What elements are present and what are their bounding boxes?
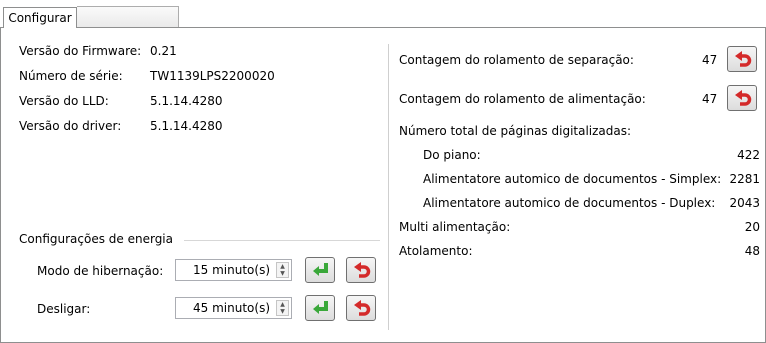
spinner-arrows[interactable]: ▲ ▼ xyxy=(276,300,289,316)
adf-duplex-value: 2043 xyxy=(729,196,760,210)
lld-value: 5.1.14.4280 xyxy=(150,94,223,108)
hibernate-spinner[interactable]: 15 minuto(s) ▲ ▼ xyxy=(175,259,292,281)
lld-label: Versão do LLD: xyxy=(19,94,109,108)
total-pages-title: Número total de páginas digitalizadas: xyxy=(399,124,632,138)
tab-strip xyxy=(77,6,179,28)
shutdown-spinner[interactable]: 45 minuto(s) ▲ ▼ xyxy=(175,297,292,319)
hibernate-reset-button[interactable] xyxy=(346,257,376,283)
flatbed-value: 422 xyxy=(737,148,760,162)
undo-arrow-icon xyxy=(735,90,752,106)
spin-up-icon[interactable]: ▲ xyxy=(277,301,288,308)
tab-configurar[interactable]: Configurar xyxy=(3,7,77,28)
enter-arrow-icon xyxy=(313,263,328,276)
jam-value: 48 xyxy=(744,244,760,258)
hibernate-label: Modo de hibernação: xyxy=(37,264,164,278)
spin-up-icon[interactable]: ▲ xyxy=(277,263,288,270)
feed-reset-button[interactable] xyxy=(727,85,757,111)
enter-arrow-icon xyxy=(313,301,328,314)
shutdown-value: 45 minuto(s) xyxy=(193,301,270,315)
multifeed-label: Multi alimentação: xyxy=(399,220,511,234)
undo-arrow-icon xyxy=(354,300,371,316)
driver-value: 5.1.14.4280 xyxy=(150,119,223,133)
hibernate-apply-button[interactable] xyxy=(305,257,335,283)
feed-value: 47 xyxy=(702,92,718,106)
column-divider xyxy=(388,44,389,330)
firmware-label: Versão do Firmware: xyxy=(19,44,142,58)
spinner-arrows[interactable]: ▲ ▼ xyxy=(276,262,289,278)
separation-reset-button[interactable] xyxy=(727,46,757,72)
serial-label: Número de série: xyxy=(19,69,123,83)
spin-down-icon[interactable]: ▼ xyxy=(277,270,288,277)
shutdown-label: Desligar: xyxy=(37,302,91,316)
separation-label: Contagem do rolamento de separação: xyxy=(399,53,634,67)
flatbed-label: Do piano: xyxy=(423,148,481,162)
shutdown-apply-button[interactable] xyxy=(305,295,335,321)
firmware-value: 0.21 xyxy=(150,44,177,58)
spin-down-icon[interactable]: ▼ xyxy=(277,308,288,315)
hibernate-value: 15 minuto(s) xyxy=(193,263,270,277)
undo-arrow-icon xyxy=(735,51,752,67)
group-divider xyxy=(184,240,380,241)
adf-simplex-value: 2281 xyxy=(729,172,760,186)
driver-label: Versão do driver: xyxy=(19,119,122,133)
adf-duplex-label: Alimentatore automico de documentos - Du… xyxy=(423,196,716,210)
energy-group-title: Configurações de energia xyxy=(19,232,173,246)
serial-value: TW1139LPS2200020 xyxy=(150,69,275,83)
multifeed-value: 20 xyxy=(744,220,760,234)
feed-label: Contagem do rolamento de alimentação: xyxy=(399,92,646,106)
undo-arrow-icon xyxy=(354,262,371,278)
separation-value: 47 xyxy=(702,53,718,67)
jam-label: Atolamento: xyxy=(399,244,473,258)
adf-simplex-label: Alimentatore automico de documentos - Si… xyxy=(423,172,722,186)
shutdown-reset-button[interactable] xyxy=(346,295,376,321)
